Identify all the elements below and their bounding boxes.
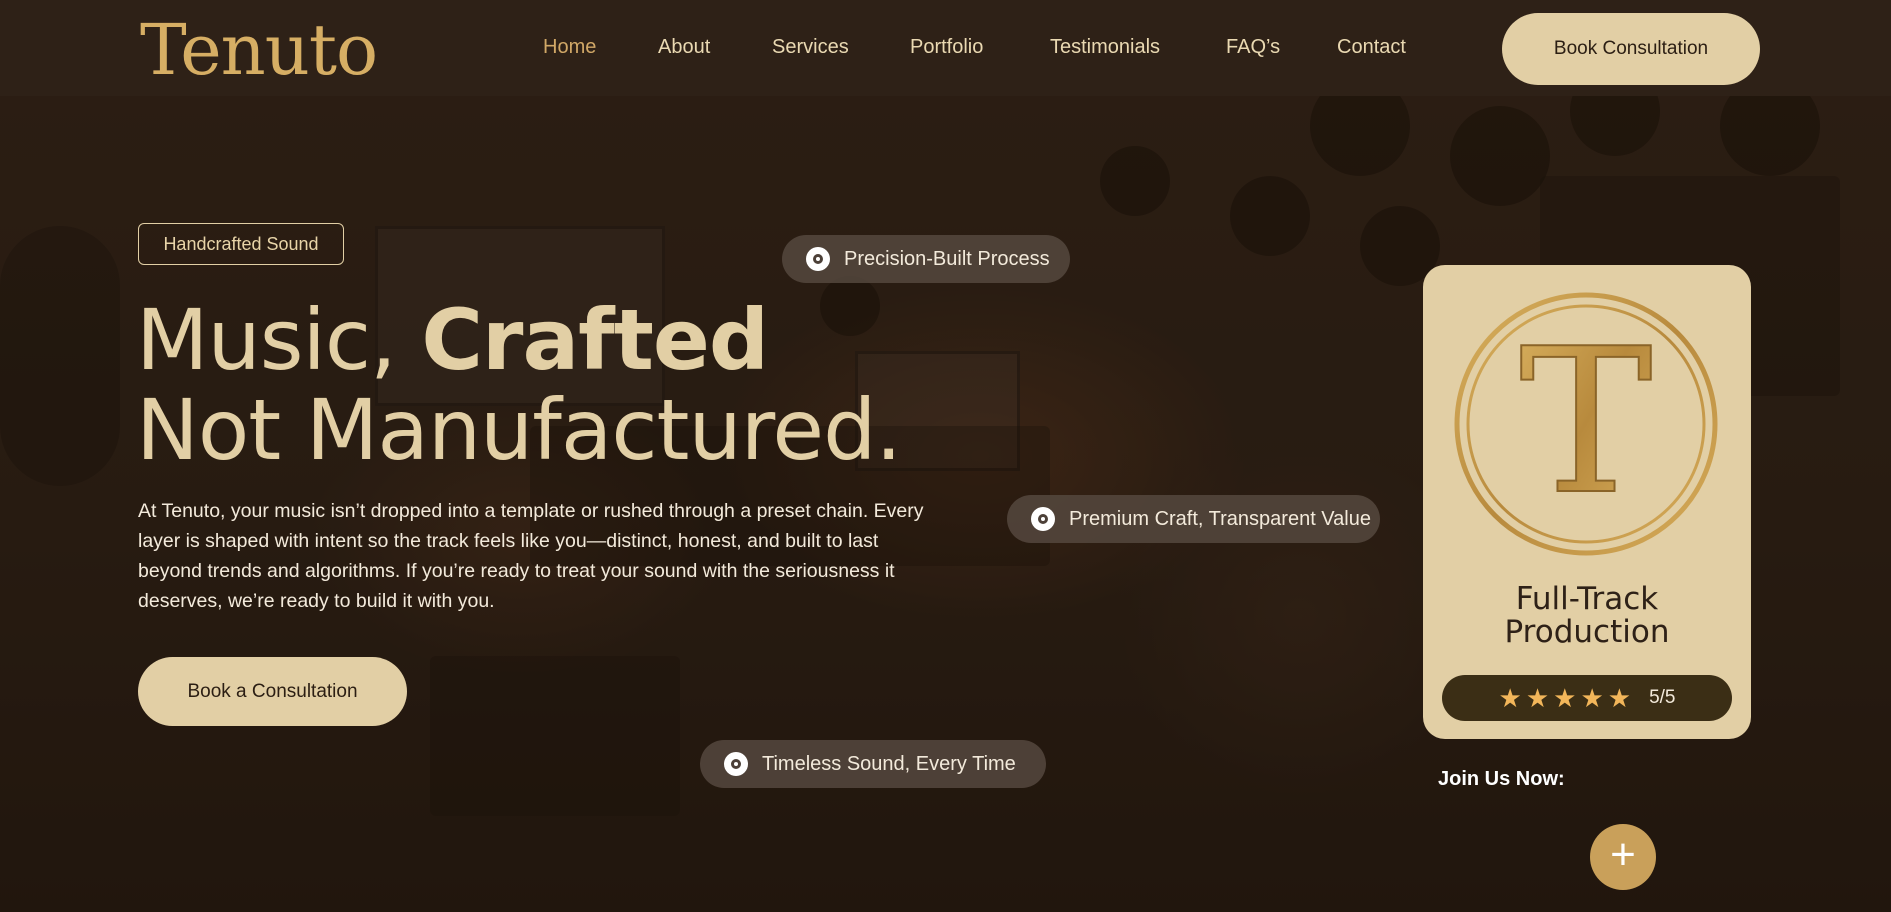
hero-headline: Music, Crafted Not Manufactured. [136, 295, 902, 475]
star-icon: ★ [1580, 683, 1604, 713]
headline-part1: Music, [136, 291, 422, 389]
card-title-line2: Production [1504, 614, 1670, 650]
disc-icon [1031, 507, 1055, 531]
headline-line2: Not Manufactured. [136, 381, 902, 479]
pill-label: Precision-Built Process [844, 247, 1050, 270]
hero-tag: Handcrafted Sound [138, 223, 344, 265]
hero-description: At Tenuto, your music isn’t dropped into… [138, 500, 924, 612]
nav-item-portfolio[interactable]: Portfolio [910, 36, 983, 59]
card-title-line1: Full-Track [1515, 581, 1659, 617]
star-icon: ★ [1525, 683, 1550, 713]
nav-item-about[interactable]: About [658, 36, 710, 59]
nav-item-contact[interactable]: Contact [1337, 36, 1406, 59]
nav-item-services[interactable]: Services [772, 36, 849, 59]
brand-logo[interactable]: Tenuto [140, 8, 378, 92]
join-label: Join Us Now: [1438, 768, 1565, 790]
pill-precision: Precision-Built Process [782, 235, 1070, 283]
pill-timeless: Timeless Sound, Every Time [700, 740, 1046, 788]
star-icon: ★ [1607, 683, 1632, 713]
pill-label: Premium Craft, Transparent Value [1069, 507, 1371, 530]
disc-icon [806, 247, 830, 271]
nav-item-faqs[interactable]: FAQ’s [1226, 36, 1280, 59]
star-icon: ★ [1498, 683, 1522, 713]
star-icon: ★ [1553, 683, 1577, 713]
plus-icon: + [1610, 830, 1636, 879]
pill-premium: Premium Craft, Transparent Value [1007, 495, 1380, 543]
book-a-consultation-button[interactable]: Book a Consultation [138, 657, 407, 726]
rating-badge: ★ ★ ★ ★ ★ 5/5 [1442, 675, 1732, 721]
pill-label: Timeless Sound, Every Time [762, 752, 1016, 775]
join-button[interactable]: + [1590, 824, 1656, 890]
headline-bold: Crafted [421, 291, 769, 389]
site-header: Tenuto Home About Services Portfolio Tes… [0, 0, 1891, 96]
nav-item-testimonials[interactable]: Testimonials [1050, 36, 1160, 59]
service-card[interactable]: T Full-Track Production ★ ★ ★ ★ ★ 5/5 [1423, 265, 1751, 739]
nav-item-home[interactable]: Home [543, 36, 596, 59]
book-consultation-button[interactable]: Book Consultation [1502, 13, 1760, 85]
monogram-emblem-icon: T [1454, 292, 1718, 556]
card-title: Full-Track Production [1423, 583, 1751, 649]
emblem-letter: T [1519, 306, 1652, 539]
rating-text: 5/5 [1649, 687, 1676, 708]
disc-icon [724, 752, 748, 776]
